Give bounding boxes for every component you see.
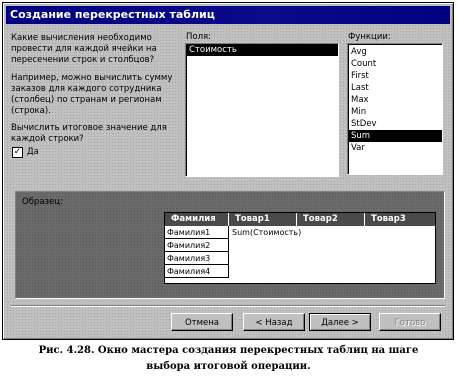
figure-caption-line1: Рис. 4.28. Окно мастера создания перекре… xyxy=(38,345,419,356)
title-bar: Создание перекрестных таблиц xyxy=(6,6,450,24)
total-question-text: Вычислить итоговое значение для каждой с… xyxy=(11,123,167,144)
figure-caption-line2: выбора итоговой операции. xyxy=(146,361,311,372)
field-item[interactable]: Стоимость xyxy=(186,44,338,56)
function-item-count[interactable]: Count xyxy=(348,58,442,70)
finish-button[interactable]: Готово xyxy=(379,313,441,331)
function-item-avg[interactable]: Avg xyxy=(348,46,442,58)
row-label: Фамилия2 xyxy=(165,239,229,252)
sample-cell-value: Sum(Стоимость) xyxy=(232,228,302,237)
next-button[interactable]: Далее > xyxy=(309,313,371,331)
function-item-sum[interactable]: Sum xyxy=(348,130,442,142)
question-text: Какие вычисления необходимо провести для… xyxy=(11,33,157,65)
window-title: Создание перекрестных таблиц xyxy=(10,8,215,21)
function-item-max[interactable]: Max xyxy=(348,94,442,106)
row-label: Фамилия4 xyxy=(165,265,229,278)
sample-label: Образец: xyxy=(22,197,63,207)
functions-listbox[interactable]: Avg Count First Last Max Min StDev Sum V… xyxy=(347,43,443,175)
button-separator xyxy=(11,305,445,307)
function-item-last[interactable]: Last xyxy=(348,82,442,94)
header-cell: Товар3 xyxy=(371,214,406,224)
header-cell: Товар1 xyxy=(229,213,297,226)
function-item-min[interactable]: Min xyxy=(348,106,442,118)
crosstab-wizard-dialog: Создание перекрестных таблиц Какие вычис… xyxy=(2,2,454,340)
sample-preview: Образец: Фамилия Товар1 Товар2 Товар3 Фа… xyxy=(15,191,445,299)
fields-listbox[interactable]: Стоимость xyxy=(185,43,339,177)
fields-label: Поля: xyxy=(186,32,212,42)
header-cell: Фамилия xyxy=(165,213,229,226)
sample-header-row: Фамилия Товар1 Товар2 Товар3 xyxy=(165,213,435,226)
function-item-var[interactable]: Var xyxy=(348,142,442,154)
functions-label: Функции: xyxy=(348,32,391,42)
sample-table: Фамилия Товар1 Товар2 Товар3 Фамилия1 Фа… xyxy=(164,212,436,284)
function-item-first[interactable]: First xyxy=(348,70,442,82)
header-cell: Товар2 xyxy=(297,213,365,226)
example-text: Например, можно вычислить сумму заказов … xyxy=(11,73,173,116)
row-label: Фамилия3 xyxy=(165,252,229,265)
row-label: Фамилия1 xyxy=(165,226,229,239)
function-item-stdev[interactable]: StDev xyxy=(348,118,442,130)
back-button[interactable]: < Назад xyxy=(243,313,305,331)
cancel-button[interactable]: Отмена xyxy=(171,313,233,331)
row-total-checkbox-label[interactable]: Да xyxy=(27,147,39,157)
row-total-checkbox[interactable]: ✓ xyxy=(12,147,23,158)
